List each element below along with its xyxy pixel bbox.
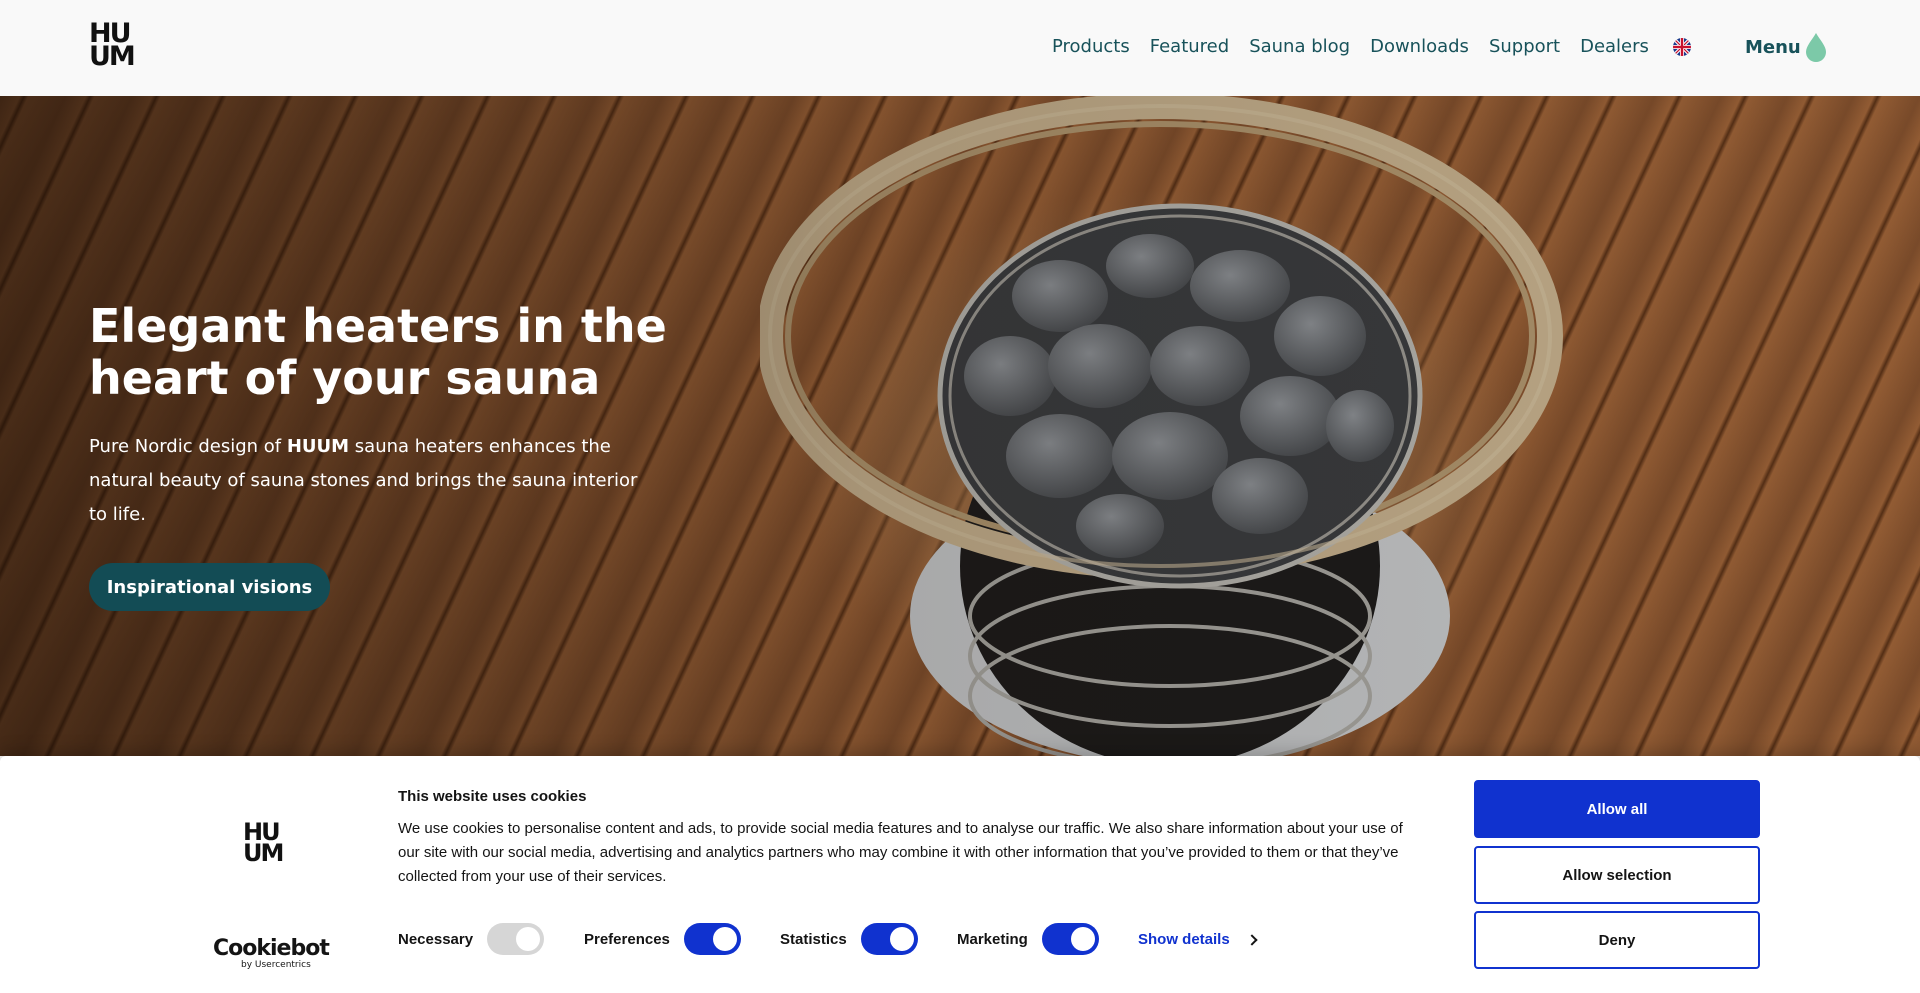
cookiebot-wordmark: Cookiebot bbox=[213, 936, 330, 961]
show-details-label: Show details bbox=[1138, 931, 1230, 948]
cookiebot-byline: by Usercentrics bbox=[241, 960, 311, 970]
hero-title: Elegant heaters in the heart of your sau… bbox=[89, 299, 667, 405]
cookie-consent-banner: HU UM Cookiebot by Usercentrics This web… bbox=[0, 756, 1920, 993]
toggle-necessary-label: Necessary bbox=[398, 930, 474, 948]
toggle-marketing-switch[interactable] bbox=[1041, 923, 1099, 955]
hero-brand: HUUM bbox=[286, 436, 350, 457]
toggle-marketing: Marketing bbox=[957, 923, 1099, 955]
menu-button[interactable]: Menu bbox=[1745, 37, 1801, 58]
nav-link-featured[interactable]: Featured bbox=[1150, 36, 1229, 57]
main-nav: Products Featured Sauna blog Downloads S… bbox=[1052, 36, 1669, 57]
cookiebot-logo[interactable]: Cookiebot by Usercentrics bbox=[213, 936, 330, 971]
toggle-necessary-switch bbox=[487, 923, 545, 955]
nav-link-downloads[interactable]: Downloads bbox=[1370, 36, 1469, 57]
show-details-link[interactable]: Show details bbox=[1138, 931, 1258, 948]
water-drop-icon[interactable] bbox=[1805, 32, 1827, 62]
hero-overlay bbox=[0, 96, 1920, 756]
toggle-preferences: Preferences bbox=[584, 923, 741, 955]
nav-link-support[interactable]: Support bbox=[1489, 36, 1560, 57]
toggle-marketing-label: Marketing bbox=[957, 930, 1028, 948]
cookie-title: This website uses cookies bbox=[398, 788, 587, 805]
nav-link-products[interactable]: Products bbox=[1052, 36, 1130, 57]
huum-logo[interactable]: HU UM bbox=[89, 20, 136, 72]
toggle-statistics-switch[interactable] bbox=[860, 923, 918, 955]
hero-section: Elegant heaters in the heart of your sau… bbox=[0, 96, 1920, 756]
switch-knob bbox=[516, 927, 541, 951]
uk-flag-icon[interactable] bbox=[1673, 38, 1691, 56]
hero-text-start: Pure Nordic design of bbox=[89, 436, 287, 457]
cookie-description: We use cookies to personalise content an… bbox=[398, 820, 1403, 885]
deny-button[interactable]: Deny bbox=[1474, 911, 1760, 969]
allow-all-button[interactable]: Allow all bbox=[1474, 780, 1760, 838]
hero-description: Pure Nordic design of HUUM sauna heaters… bbox=[89, 430, 649, 532]
switch-knob bbox=[889, 927, 914, 951]
site-header: HU UM Products Featured Sauna blog Downl… bbox=[0, 0, 1920, 96]
cookie-huum-logo: HU UM bbox=[243, 820, 289, 868]
switch-knob bbox=[1070, 927, 1095, 951]
chevron-right-icon bbox=[1246, 933, 1258, 946]
toggle-statistics: Statistics bbox=[780, 923, 918, 955]
cookie-logo-line-2: UM bbox=[243, 839, 284, 867]
toggle-preferences-switch[interactable] bbox=[683, 923, 741, 955]
nav-link-sauna-blog[interactable]: Sauna blog bbox=[1249, 36, 1350, 57]
toggle-statistics-label: Statistics bbox=[780, 930, 847, 948]
nav-link-dealers[interactable]: Dealers bbox=[1580, 36, 1649, 57]
allow-selection-button[interactable]: Allow selection bbox=[1474, 846, 1760, 904]
switch-knob bbox=[712, 927, 737, 951]
logo-line-2: UM bbox=[89, 41, 136, 72]
toggle-preferences-label: Preferences bbox=[584, 930, 670, 948]
inspirational-visions-button[interactable]: Inspirational visions bbox=[89, 563, 330, 611]
toggle-necessary: Necessary bbox=[398, 923, 545, 955]
